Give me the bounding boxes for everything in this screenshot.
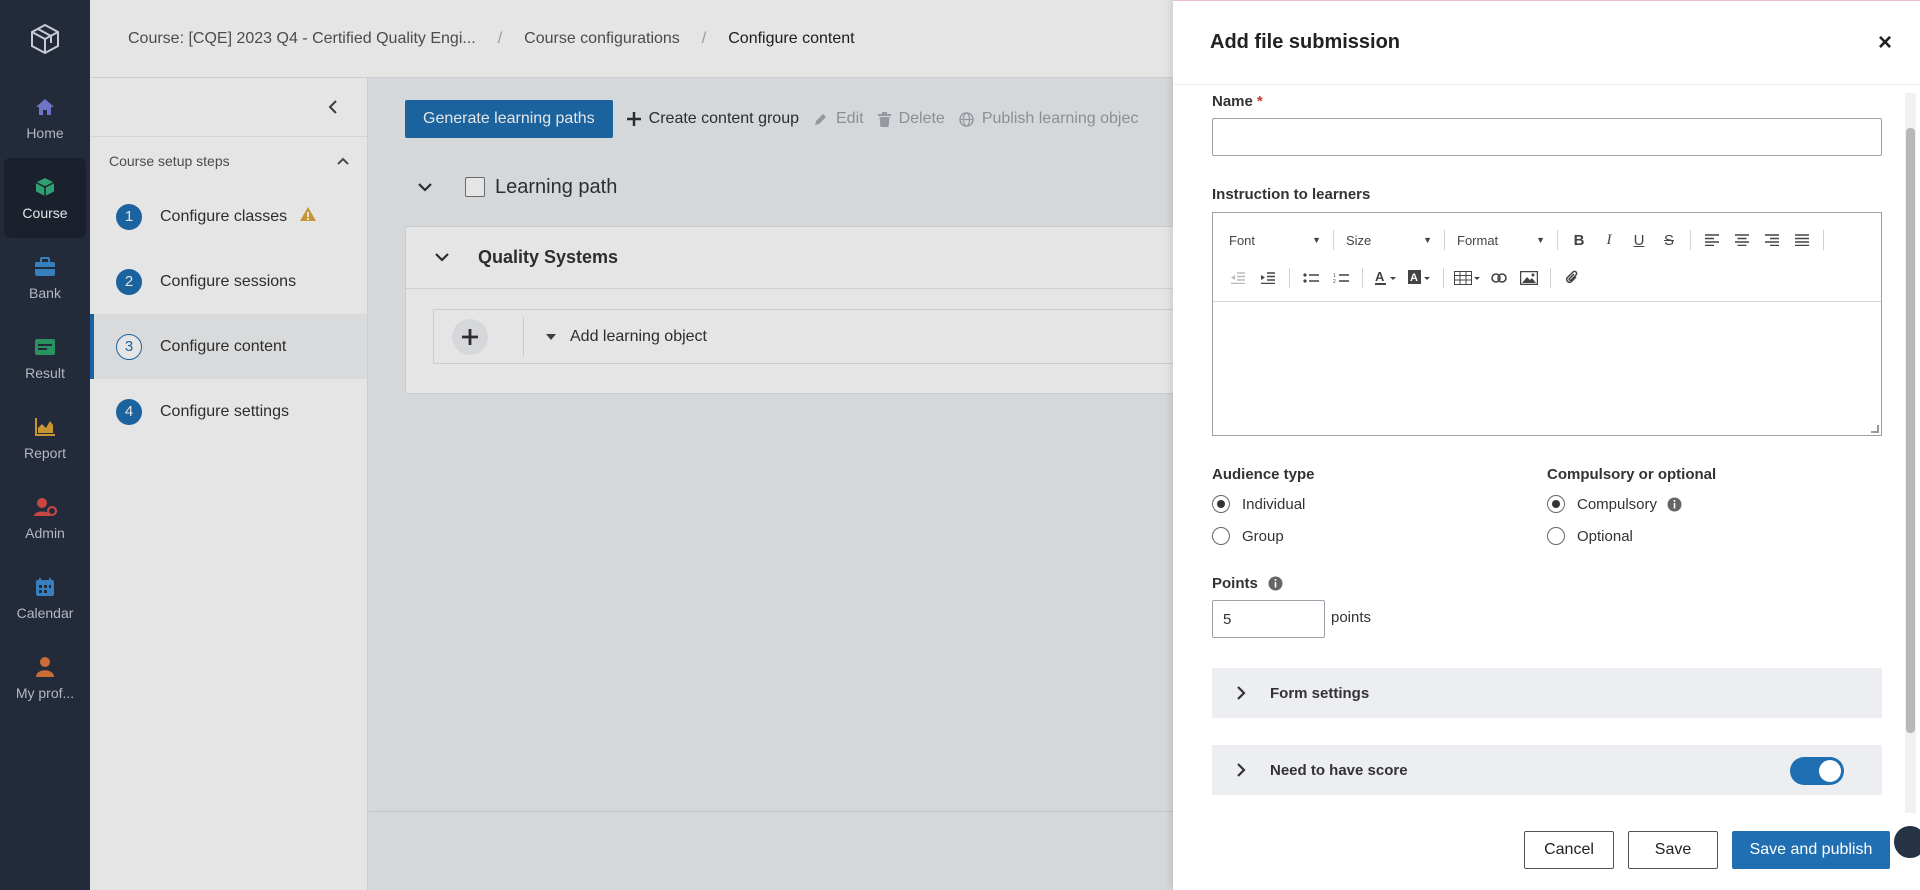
divider	[1557, 230, 1558, 250]
drawer-form: Name * Instruction to learners Font ▼ Size…	[1212, 93, 1882, 795]
need-score-accordion[interactable]: Need to have score	[1212, 745, 1882, 795]
text-color-icon[interactable]: A	[1369, 264, 1403, 292]
drawer-title: Add file submission	[1210, 31, 1401, 53]
font-dropdown[interactable]: Font ▼	[1223, 227, 1327, 253]
close-icon[interactable]: ×	[1878, 29, 1892, 57]
attachment-icon[interactable]	[1557, 264, 1587, 292]
optional-label: Optional	[1577, 527, 1633, 545]
caret-down-icon: ▼	[1536, 235, 1545, 245]
optional-option[interactable]: Optional	[1547, 525, 1882, 547]
align-justify-icon[interactable]	[1787, 226, 1817, 254]
radio-optional[interactable]	[1547, 527, 1565, 545]
instruction-label: Instruction to learners	[1212, 186, 1371, 203]
compulsory-label: Compulsory	[1577, 495, 1658, 513]
need-score-label: Need to have score	[1270, 761, 1408, 779]
radio-individual[interactable]	[1212, 495, 1230, 513]
scrollbar-thumb[interactable]	[1906, 128, 1915, 733]
chat-widget-button[interactable]	[1892, 824, 1920, 860]
drawer-footer: Cancel Save Save and publish	[1173, 810, 1920, 890]
strikethrough-icon[interactable]: S	[1654, 226, 1684, 254]
audience-group-label: Group	[1242, 527, 1284, 545]
size-dropdown[interactable]: Size ▼	[1340, 227, 1438, 253]
name-label: Name *	[1212, 93, 1882, 110]
audience-type-group: Audience type Individual Group	[1212, 466, 1547, 547]
chevron-right-icon	[1212, 763, 1270, 777]
name-input[interactable]	[1212, 118, 1882, 156]
editor-toolbar: Font ▼ Size ▼ Format ▼ B I U S 1 2 A A	[1213, 213, 1881, 302]
form-settings-accordion[interactable]: Form settings	[1212, 668, 1882, 718]
indent-icon[interactable]	[1253, 264, 1283, 292]
resize-handle-icon[interactable]	[1871, 425, 1879, 433]
audience-type-label: Audience type	[1212, 466, 1315, 483]
save-and-publish-button[interactable]: Save and publish	[1732, 831, 1890, 869]
audience-compulsory-section: Audience type Individual Group Compulsor…	[1212, 466, 1882, 547]
svg-text:A: A	[1410, 272, 1418, 284]
divider	[1550, 268, 1551, 288]
cancel-button[interactable]: Cancel	[1524, 831, 1614, 869]
caret-down-icon: ▼	[1312, 235, 1321, 245]
divider	[1444, 230, 1445, 250]
info-icon[interactable]	[1268, 576, 1283, 591]
link-icon[interactable]	[1484, 264, 1514, 292]
points-unit: points	[1331, 608, 1372, 626]
compulsory-option[interactable]: Compulsory	[1547, 493, 1882, 515]
align-center-icon[interactable]	[1727, 226, 1757, 254]
info-icon[interactable]	[1667, 497, 1682, 512]
points-section: Points 5 points	[1212, 575, 1882, 638]
drawer-scrollbar[interactable]	[1905, 93, 1916, 813]
highlight-color-icon[interactable]: A	[1403, 264, 1437, 292]
radio-compulsory[interactable]	[1547, 495, 1565, 513]
points-row: 5 points	[1212, 600, 1882, 638]
format-dropdown[interactable]: Format ▼	[1451, 227, 1551, 253]
divider	[1362, 268, 1363, 288]
drawer-header: Add file submission ×	[1173, 1, 1920, 85]
image-icon[interactable]	[1514, 264, 1544, 292]
add-file-submission-drawer: Add file submission × Name * Instruction …	[1173, 0, 1920, 890]
svg-text:2: 2	[1333, 279, 1336, 284]
numbered-list-icon[interactable]: 12	[1326, 264, 1356, 292]
italic-icon[interactable]: I	[1594, 226, 1624, 254]
name-label-text: Name	[1212, 93, 1253, 110]
underline-icon[interactable]: U	[1624, 226, 1654, 254]
audience-individual-label: Individual	[1242, 495, 1306, 513]
save-button[interactable]: Save	[1628, 831, 1718, 869]
compulsory-optional-group: Compulsory or optional Compulsory Option…	[1547, 466, 1882, 547]
table-icon[interactable]	[1450, 264, 1484, 292]
divider	[1690, 230, 1691, 250]
divider	[1289, 268, 1290, 288]
editor-text-area[interactable]	[1213, 302, 1881, 435]
radio-group[interactable]	[1212, 527, 1230, 545]
bold-icon[interactable]: B	[1564, 226, 1594, 254]
need-score-toggle[interactable]	[1790, 757, 1844, 785]
bullet-list-icon[interactable]	[1296, 264, 1326, 292]
size-dropdown-label: Size	[1346, 232, 1372, 248]
required-mark: *	[1256, 93, 1263, 110]
form-settings-label: Form settings	[1270, 684, 1370, 702]
points-label: Points	[1212, 575, 1882, 592]
font-dropdown-label: Font	[1229, 232, 1256, 248]
compulsory-optional-label: Compulsory or optional	[1547, 466, 1717, 483]
instruction-editor: Font ▼ Size ▼ Format ▼ B I U S 1 2 A A	[1212, 212, 1882, 436]
caret-down-icon: ▼	[1423, 235, 1432, 245]
align-right-icon[interactable]	[1757, 226, 1787, 254]
audience-group-option[interactable]: Group	[1212, 525, 1547, 547]
outdent-icon[interactable]	[1223, 264, 1253, 292]
format-dropdown-label: Format	[1457, 232, 1499, 248]
svg-text:A: A	[1375, 270, 1385, 284]
chevron-right-icon	[1212, 686, 1270, 700]
points-input[interactable]: 5	[1212, 600, 1325, 638]
points-label-text: Points	[1212, 575, 1258, 592]
align-left-icon[interactable]	[1697, 226, 1727, 254]
audience-individual-option[interactable]: Individual	[1212, 493, 1547, 515]
toggle-knob	[1819, 760, 1841, 782]
divider	[1333, 230, 1334, 250]
divider	[1443, 268, 1444, 288]
divider	[1823, 230, 1824, 250]
